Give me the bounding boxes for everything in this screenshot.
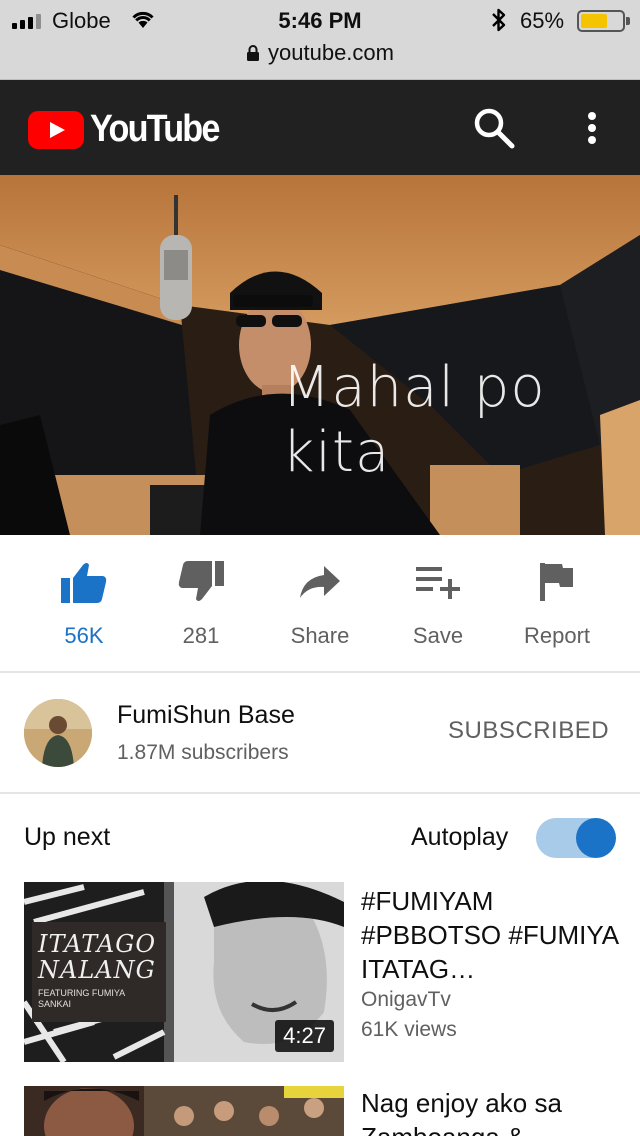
address-bar[interactable]: youtube.com	[0, 40, 640, 70]
share-button[interactable]: Share	[260, 557, 380, 649]
more-options-button[interactable]	[578, 108, 606, 148]
dot-icon	[588, 112, 596, 120]
channel-row: FumiShun Base 1.87M subscribers SUBSCRIB…	[0, 673, 640, 794]
yt-header: YouTube	[0, 80, 640, 175]
video-player[interactable]: Mahal po kita	[0, 175, 640, 535]
url-text: youtube.com	[268, 40, 394, 65]
save-button[interactable]: Save	[378, 557, 498, 649]
thumbnail-image	[24, 1086, 344, 1136]
report-button[interactable]: Report	[497, 557, 617, 649]
dislike-count: 281	[182, 623, 220, 648]
thumbs-up-icon	[24, 557, 144, 607]
youtube-logo[interactable]: YouTube	[28, 108, 233, 151]
video-channel: OnigavTv	[361, 988, 451, 1011]
thumbs-down-icon	[141, 557, 261, 607]
dislike-button[interactable]: 281	[141, 557, 261, 649]
list-item[interactable]: ITATAGO NALANG FEATURING FUMIYA SANKAI 4…	[0, 882, 640, 1062]
subscriber-count: 1.87M subscribers	[117, 741, 289, 764]
save-label: Save	[412, 623, 464, 648]
thumbnail-title-line-1: ITATAGO	[38, 930, 157, 958]
like-count: 56K	[64, 623, 104, 648]
thumbnail-caption-line-2: SANKAI	[38, 999, 72, 1009]
autoplay-label: Autoplay	[411, 823, 509, 851]
youtube-play-icon	[28, 110, 84, 149]
playlist-add-icon	[378, 557, 498, 607]
search-button[interactable]	[472, 106, 516, 150]
battery-percent: 65%	[520, 8, 565, 33]
channel-name[interactable]: FumiShun Base	[117, 701, 295, 730]
video-title[interactable]: Nag enjoy ako sa Zamboanga &	[361, 1086, 623, 1136]
battery-nub	[626, 17, 630, 25]
video-thumbnail[interactable]: ITATAGO NALANG FEATURING FUMIYA SANKAI 4…	[24, 882, 344, 1062]
search-icon	[474, 108, 515, 149]
like-button[interactable]: 56K	[24, 557, 144, 649]
video-title[interactable]: #FUMIYAM #PBBOTSO #FUMIYA ITATAG…	[361, 884, 623, 986]
autoplay-toggle[interactable]	[536, 818, 616, 858]
video-duration: 4:27	[275, 1020, 334, 1052]
dot-icon	[588, 124, 596, 132]
video-views: 61K views	[361, 1018, 457, 1041]
battery-level	[581, 14, 607, 28]
video-actions: 56K 281 Share Save Report	[0, 535, 640, 673]
toggle-knob	[576, 818, 616, 858]
dot-icon	[588, 136, 596, 144]
battery-icon	[577, 10, 625, 32]
browser-chrome: Globe 5:46 PM 65% youtube.com	[0, 0, 640, 80]
status-bar: Globe 5:46 PM 65%	[0, 0, 640, 40]
up-next-heading: Up next	[24, 823, 111, 851]
bluetooth-icon	[490, 7, 508, 38]
share-arrow-icon	[260, 557, 380, 607]
channel-avatar[interactable]	[24, 699, 92, 767]
list-item[interactable]: Nag enjoy ako sa Zamboanga &	[0, 1086, 640, 1136]
share-label: Share	[290, 623, 350, 648]
thumbnail-caption-line-1: FEATURING FUMIYA	[38, 988, 126, 998]
youtube-logo-text: YouTube	[90, 108, 220, 150]
thumbnail-title-line-2: NALANG	[38, 956, 156, 984]
subscribe-button[interactable]: SUBSCRIBED	[448, 717, 609, 745]
lock-icon	[246, 42, 260, 68]
flag-icon	[497, 557, 617, 607]
report-label: Report	[523, 623, 591, 648]
video-overlay-text: Mahal po kita	[282, 355, 546, 485]
video-thumbnail[interactable]	[24, 1086, 344, 1136]
